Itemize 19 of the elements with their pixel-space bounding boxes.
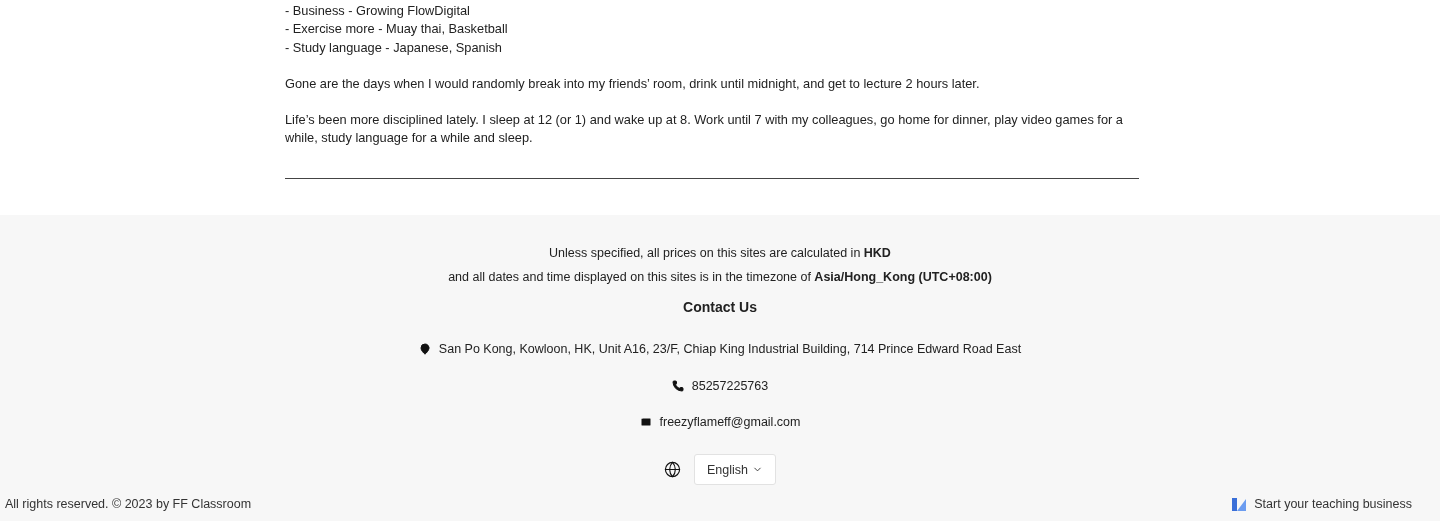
- email-text: freezyflameff@gmail.com: [659, 415, 801, 430]
- mail-icon: [639, 416, 652, 429]
- copyright-text: All rights reserved. © 2023 by FF Classroom: [5, 497, 252, 511]
- language-select[interactable]: English: [694, 454, 776, 486]
- paragraph: Gone are the days when I would randomly break into my friends’ room, drink until midnight, and get to lecture 2 hours later.: [285, 74, 981, 93]
- list-item: - Study language - Japanese, Spanish: [285, 38, 503, 57]
- globe-icon: [664, 461, 681, 479]
- phone-icon: [671, 379, 684, 392]
- address-text: San Po Kong, Kowloon, HK, Unit A16, 23/F, Chiap King Industrial Building, 714 Prince Edward Road East: [438, 342, 1022, 357]
- pin-icon: [418, 343, 431, 356]
- notice-text: and all dates and time displayed on this sites is in the timezone of Asia/Hong_Kong (UTC+08:00): [448, 268, 992, 286]
- list-item: - Exercise more - Muay thai, Basketball: [285, 20, 509, 39]
- phone-text: 85257225763: [691, 378, 769, 393]
- contact-title: Contact Us: [683, 298, 757, 315]
- list-item: - Business - Growing FlowDigital: [285, 2, 471, 20]
- promo-link[interactable]: Start your teaching business: [1230, 495, 1412, 513]
- paragraph: Life’s been more disciplined lately. I sleep at 12 (or 1) and wake up at 8. Work until 7 with my colleagues, go home for dinner, play video games for a while, study language for a while and sleep.: [285, 111, 1124, 148]
- notice-text: Unless specified, all prices on this sites are calculated in HKD: [549, 244, 891, 262]
- logo-icon: [1230, 495, 1249, 513]
